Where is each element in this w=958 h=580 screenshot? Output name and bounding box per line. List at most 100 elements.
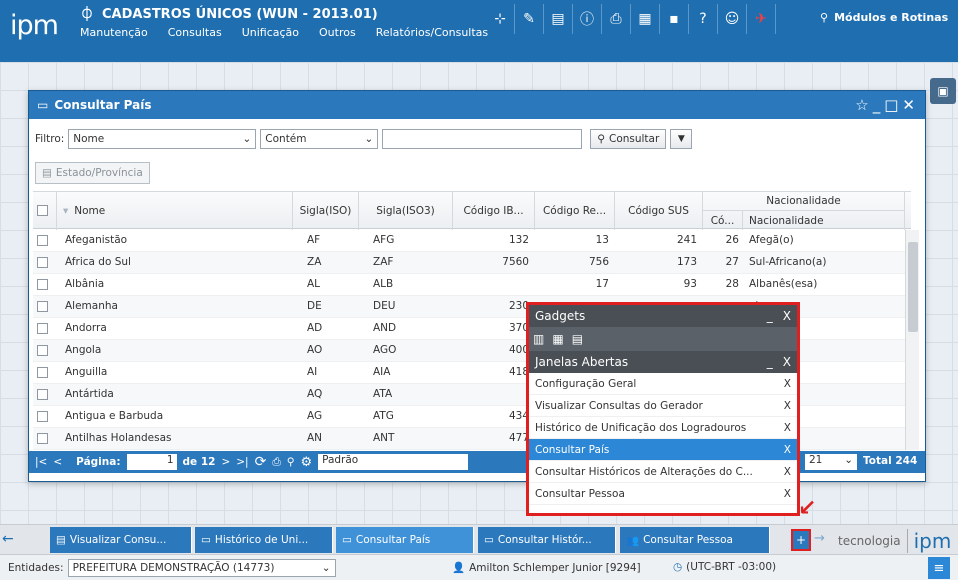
open-windows-close-button[interactable]: X [783,355,791,369]
cell-iso: ZA [307,256,322,268]
close-window-button[interactable]: X [784,444,791,456]
alert-icon[interactable]: ✈ [747,4,776,34]
zoom-icon[interactable]: ⚲ [287,456,295,468]
taskbar-item[interactable]: ▭ Histórico de Uni... [195,527,333,553]
column-nac-nome[interactable]: Nacionalidade [743,211,905,230]
menu-consultas[interactable]: Consultas [168,26,222,39]
open-window-item[interactable]: Consultar País X [529,439,797,461]
filter-field-select[interactable]: Nome ⌄ [68,129,257,149]
open-windows-toggle-button[interactable]: + [791,529,811,551]
row-checkbox[interactable] [37,323,48,334]
row-checkbox[interactable] [37,411,48,422]
select-all-checkbox[interactable] [37,205,48,216]
menu-relatorios[interactable]: Relatórios/Consultas [376,26,488,39]
document-icon[interactable]: ▤ [544,4,573,34]
gadget-toggle-icon[interactable]: ▣ [930,78,956,104]
open-window-item[interactable]: Consultar Pessoa X [529,483,797,505]
filter-value-input[interactable] [382,129,583,149]
column-sigla-iso3[interactable]: Sigla(ISO3) [359,192,453,230]
row-checkbox[interactable] [37,279,48,290]
taskbar-item[interactable]: 👥 Consultar Pessoa [620,527,770,553]
gadgets-close-button[interactable]: X [783,309,791,323]
network-icon[interactable]: ⊹ [486,4,515,34]
menu-outros[interactable]: Outros [319,26,356,39]
table-row[interactable]: Albânia AL ALB 17 93 28 Albanês(esa) [33,274,905,296]
calendar-icon[interactable]: ▦ [631,4,660,34]
cell-iso: DE [307,300,322,312]
row-checkbox[interactable] [37,389,48,400]
table-row[interactable]: Afeganistão AF AFG 132 13 241 26 Afegã(o) [33,230,905,252]
filter-operator-select[interactable]: Contém ⌄ [260,129,379,149]
row-checkbox[interactable] [37,367,48,378]
taskbar-item[interactable]: ▤ Visualizar Consu... [50,527,192,553]
open-window-item[interactable]: Configuração Geral X [529,373,797,395]
info-icon[interactable]: ⓘ [573,4,602,34]
column-codigo-ibge[interactable]: Código IB... [453,192,535,230]
grid-icon[interactable]: ▪ [660,4,689,34]
menu-manutencao[interactable]: Manutenção [80,26,148,39]
column-codigo-sus[interactable]: Código SUS [615,192,703,230]
page-size-select[interactable]: 21 ⌄ [805,454,857,470]
help-icon[interactable]: ? [689,4,718,34]
estado-provincia-button[interactable]: ▤ Estado/Província [35,162,150,184]
taskbar-item[interactable]: ▭ Consultar País [336,527,474,553]
maximize-icon[interactable]: □ [884,96,898,114]
current-user[interactable]: 👤 Amilton Schlemper Junior [9294] [452,561,641,575]
print-icon[interactable]: ⎙ [272,456,280,469]
open-window-item[interactable]: Histórico de Unificação dos Logradouros X [529,417,797,439]
row-checkbox[interactable] [37,257,48,268]
window-title: Consultar País [54,98,152,112]
taskbar-item[interactable]: ▭ Consultar Histór... [478,527,616,553]
open-window-item[interactable]: Consultar Históricos de Alterações do C.… [529,461,797,483]
filter-row: Filtro: Nome ⌄ Contém ⌄ ⚲ Consultar ▼ [35,129,693,149]
menu-unificacao[interactable]: Unificação [242,26,299,39]
taskbar-scroll-left-icon[interactable]: ← [2,531,14,547]
minimize-icon[interactable]: _ [873,96,881,114]
modules-button[interactable]: ⚲ Módulos e Rotinas [820,11,948,24]
close-window-button[interactable]: X [784,422,791,434]
row-checkbox[interactable] [37,345,48,356]
print-icon[interactable]: ⎙ [602,4,631,34]
column-nome[interactable]: ▾ Nome [57,192,293,230]
row-checkbox[interactable] [37,433,48,444]
gadgets-minimize-button[interactable]: _ [767,309,773,323]
cell-nome: Afeganistão [65,234,128,246]
open-window-item[interactable]: Visualizar Consultas do Gerador X [529,395,797,417]
layout-select[interactable]: Padrão [318,454,469,470]
close-window-button[interactable]: X [784,378,791,390]
scrollbar-thumb[interactable] [908,242,918,332]
consult-dropdown-button[interactable]: ▼ [670,129,693,149]
vertical-scrollbar[interactable] [905,230,919,450]
taskbar-scroll-right-icon[interactable]: → [814,531,825,546]
close-icon[interactable]: ✕ [902,96,915,114]
chart-icon[interactable]: ▥ [533,332,544,346]
column-codigo-re[interactable]: Código Re... [535,192,615,230]
row-checkbox[interactable] [37,301,48,312]
close-window-button[interactable]: X [784,488,791,500]
support-icon[interactable]: ☺ [718,4,747,34]
next-page-icon[interactable]: > [221,456,230,468]
refresh-icon[interactable]: ⟳ [255,454,267,470]
first-page-icon[interactable]: |< [35,456,47,468]
last-page-icon[interactable]: >| [236,456,248,468]
edit-icon[interactable]: ✎ [515,4,544,34]
column-group-nacionalidade-label: Nacionalidade [766,195,841,207]
close-window-button[interactable]: X [784,466,791,478]
chevron-down-icon: ⌄ [321,561,331,574]
status-menu-icon[interactable]: ≡ [928,557,950,579]
prev-page-icon[interactable]: < [53,456,62,468]
column-nac-codigo[interactable]: Có... [703,211,743,230]
window-titlebar[interactable]: ▭ Consultar País [29,91,925,119]
favorite-icon[interactable]: ☆ [855,96,868,114]
page-number-input[interactable]: 1 [126,454,177,470]
calendar-icon[interactable]: ▦ [552,332,563,346]
entity-select[interactable]: PREFEITURA DEMONSTRAÇÃO (14773) ⌄ [67,558,336,577]
row-checkbox[interactable] [37,235,48,246]
column-sigla-iso[interactable]: Sigla(ISO) [293,192,359,230]
report-icon[interactable]: ▤ [572,332,583,346]
consult-button[interactable]: ⚲ Consultar [590,129,667,149]
settings-gear-icon[interactable]: ⚙ [300,455,312,470]
table-row[interactable]: África do Sul ZA ZAF 7560 756 173 27 Sul-Africa… [33,252,905,274]
open-windows-minimize-button[interactable]: _ [767,355,773,369]
close-window-button[interactable]: X [784,400,791,412]
